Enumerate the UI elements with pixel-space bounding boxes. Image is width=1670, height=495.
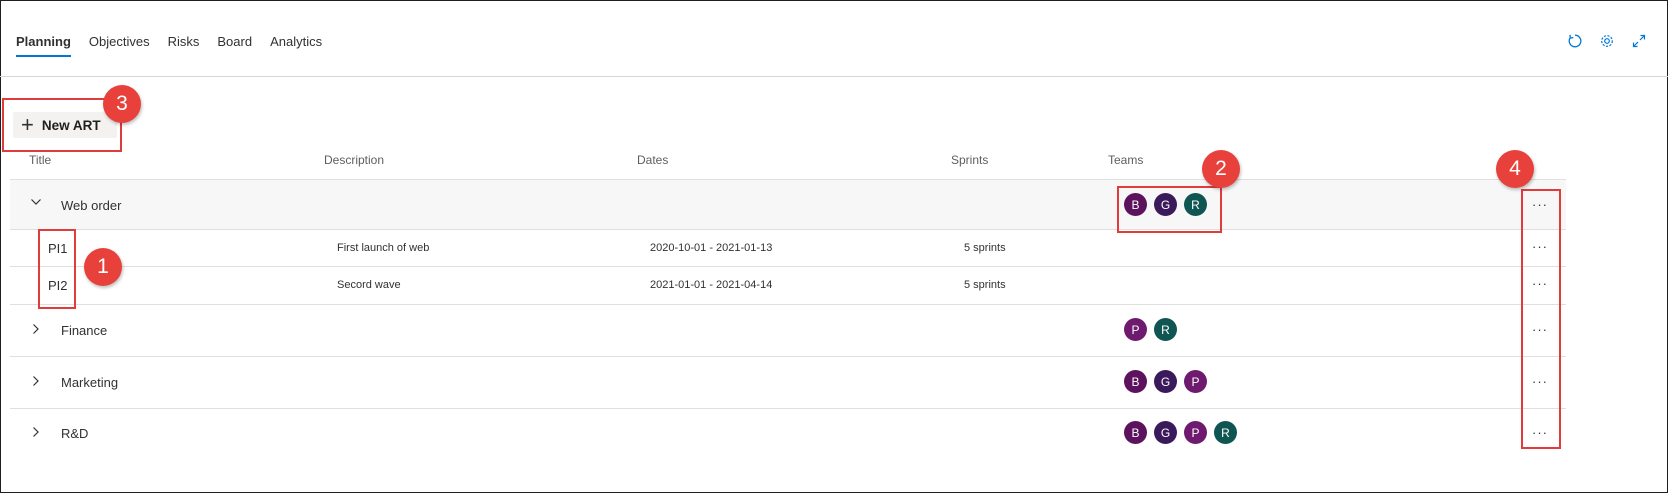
pi-dates: 2020-10-01 - 2021-01-13 bbox=[650, 242, 773, 254]
pi-dates: 2021-01-01 - 2021-04-14 bbox=[650, 279, 773, 291]
row-divider bbox=[10, 304, 1566, 305]
refresh-icon[interactable] bbox=[1566, 32, 1584, 50]
avatar[interactable]: P bbox=[1124, 318, 1147, 341]
chevron-right-icon[interactable] bbox=[30, 375, 42, 390]
column-header-title[interactable]: Title bbox=[29, 153, 51, 167]
group-title-rnd: R&D bbox=[61, 426, 89, 441]
tab-board[interactable]: Board bbox=[217, 30, 252, 57]
window-frame bbox=[0, 0, 1668, 493]
highlight-box-2 bbox=[1117, 186, 1222, 233]
row-divider bbox=[10, 229, 1566, 230]
settings-icon[interactable] bbox=[1598, 32, 1616, 50]
chevron-right-icon[interactable] bbox=[30, 426, 42, 441]
group-title-web-order: Web order bbox=[61, 198, 122, 213]
column-header-dates[interactable]: Dates bbox=[637, 153, 668, 167]
group-title-marketing: Marketing bbox=[61, 375, 119, 390]
tab-analytics[interactable]: Analytics bbox=[270, 30, 322, 57]
annotation-badge-2: 2 bbox=[1202, 150, 1240, 188]
avatar[interactable]: R bbox=[1214, 421, 1237, 444]
chevron-down-icon[interactable] bbox=[30, 196, 42, 211]
group-title-finance: Finance bbox=[61, 323, 108, 338]
tab-risks[interactable]: Risks bbox=[168, 30, 200, 57]
annotation-badge-3: 3 bbox=[103, 85, 141, 123]
top-right-toolbar bbox=[1566, 32, 1648, 50]
avatar[interactable]: R bbox=[1154, 318, 1177, 341]
avatar[interactable]: P bbox=[1184, 370, 1207, 393]
avatar[interactable]: G bbox=[1154, 421, 1177, 444]
column-header-description[interactable]: Description bbox=[324, 153, 384, 167]
avatar[interactable]: B bbox=[1124, 421, 1147, 444]
team-avatars-finance: P R bbox=[1124, 318, 1177, 341]
column-header-sprints[interactable]: Sprints bbox=[951, 153, 988, 167]
avatar[interactable]: P bbox=[1184, 421, 1207, 444]
avatar[interactable]: B bbox=[1124, 370, 1147, 393]
tab-planning[interactable]: Planning bbox=[16, 30, 71, 57]
header-divider bbox=[0, 76, 1668, 77]
row-divider bbox=[10, 408, 1566, 409]
group-row-web-order[interactable] bbox=[10, 180, 1566, 229]
pi-description: Secord wave bbox=[337, 279, 401, 291]
tab-objectives[interactable]: Objectives bbox=[89, 30, 150, 57]
highlight-box-1 bbox=[38, 229, 76, 309]
annotation-badge-4: 4 bbox=[1496, 150, 1534, 188]
tab-bar: Planning Objectives Risks Board Analytic… bbox=[16, 30, 340, 57]
annotation-badge-1: 1 bbox=[84, 248, 122, 286]
pi-sprints: 5 sprints bbox=[964, 279, 1006, 291]
highlight-box-4 bbox=[1521, 189, 1561, 449]
pi-description: First launch of web bbox=[337, 242, 430, 254]
row-divider bbox=[10, 356, 1566, 357]
row-divider bbox=[10, 266, 1566, 267]
team-avatars-rnd: B G P R bbox=[1124, 421, 1237, 444]
chevron-right-icon[interactable] bbox=[30, 323, 42, 338]
column-header-teams[interactable]: Teams bbox=[1108, 153, 1143, 167]
team-avatars-marketing: B G P bbox=[1124, 370, 1207, 393]
avatar[interactable]: G bbox=[1154, 370, 1177, 393]
expand-icon[interactable] bbox=[1630, 32, 1648, 50]
pi-sprints: 5 sprints bbox=[964, 242, 1006, 254]
